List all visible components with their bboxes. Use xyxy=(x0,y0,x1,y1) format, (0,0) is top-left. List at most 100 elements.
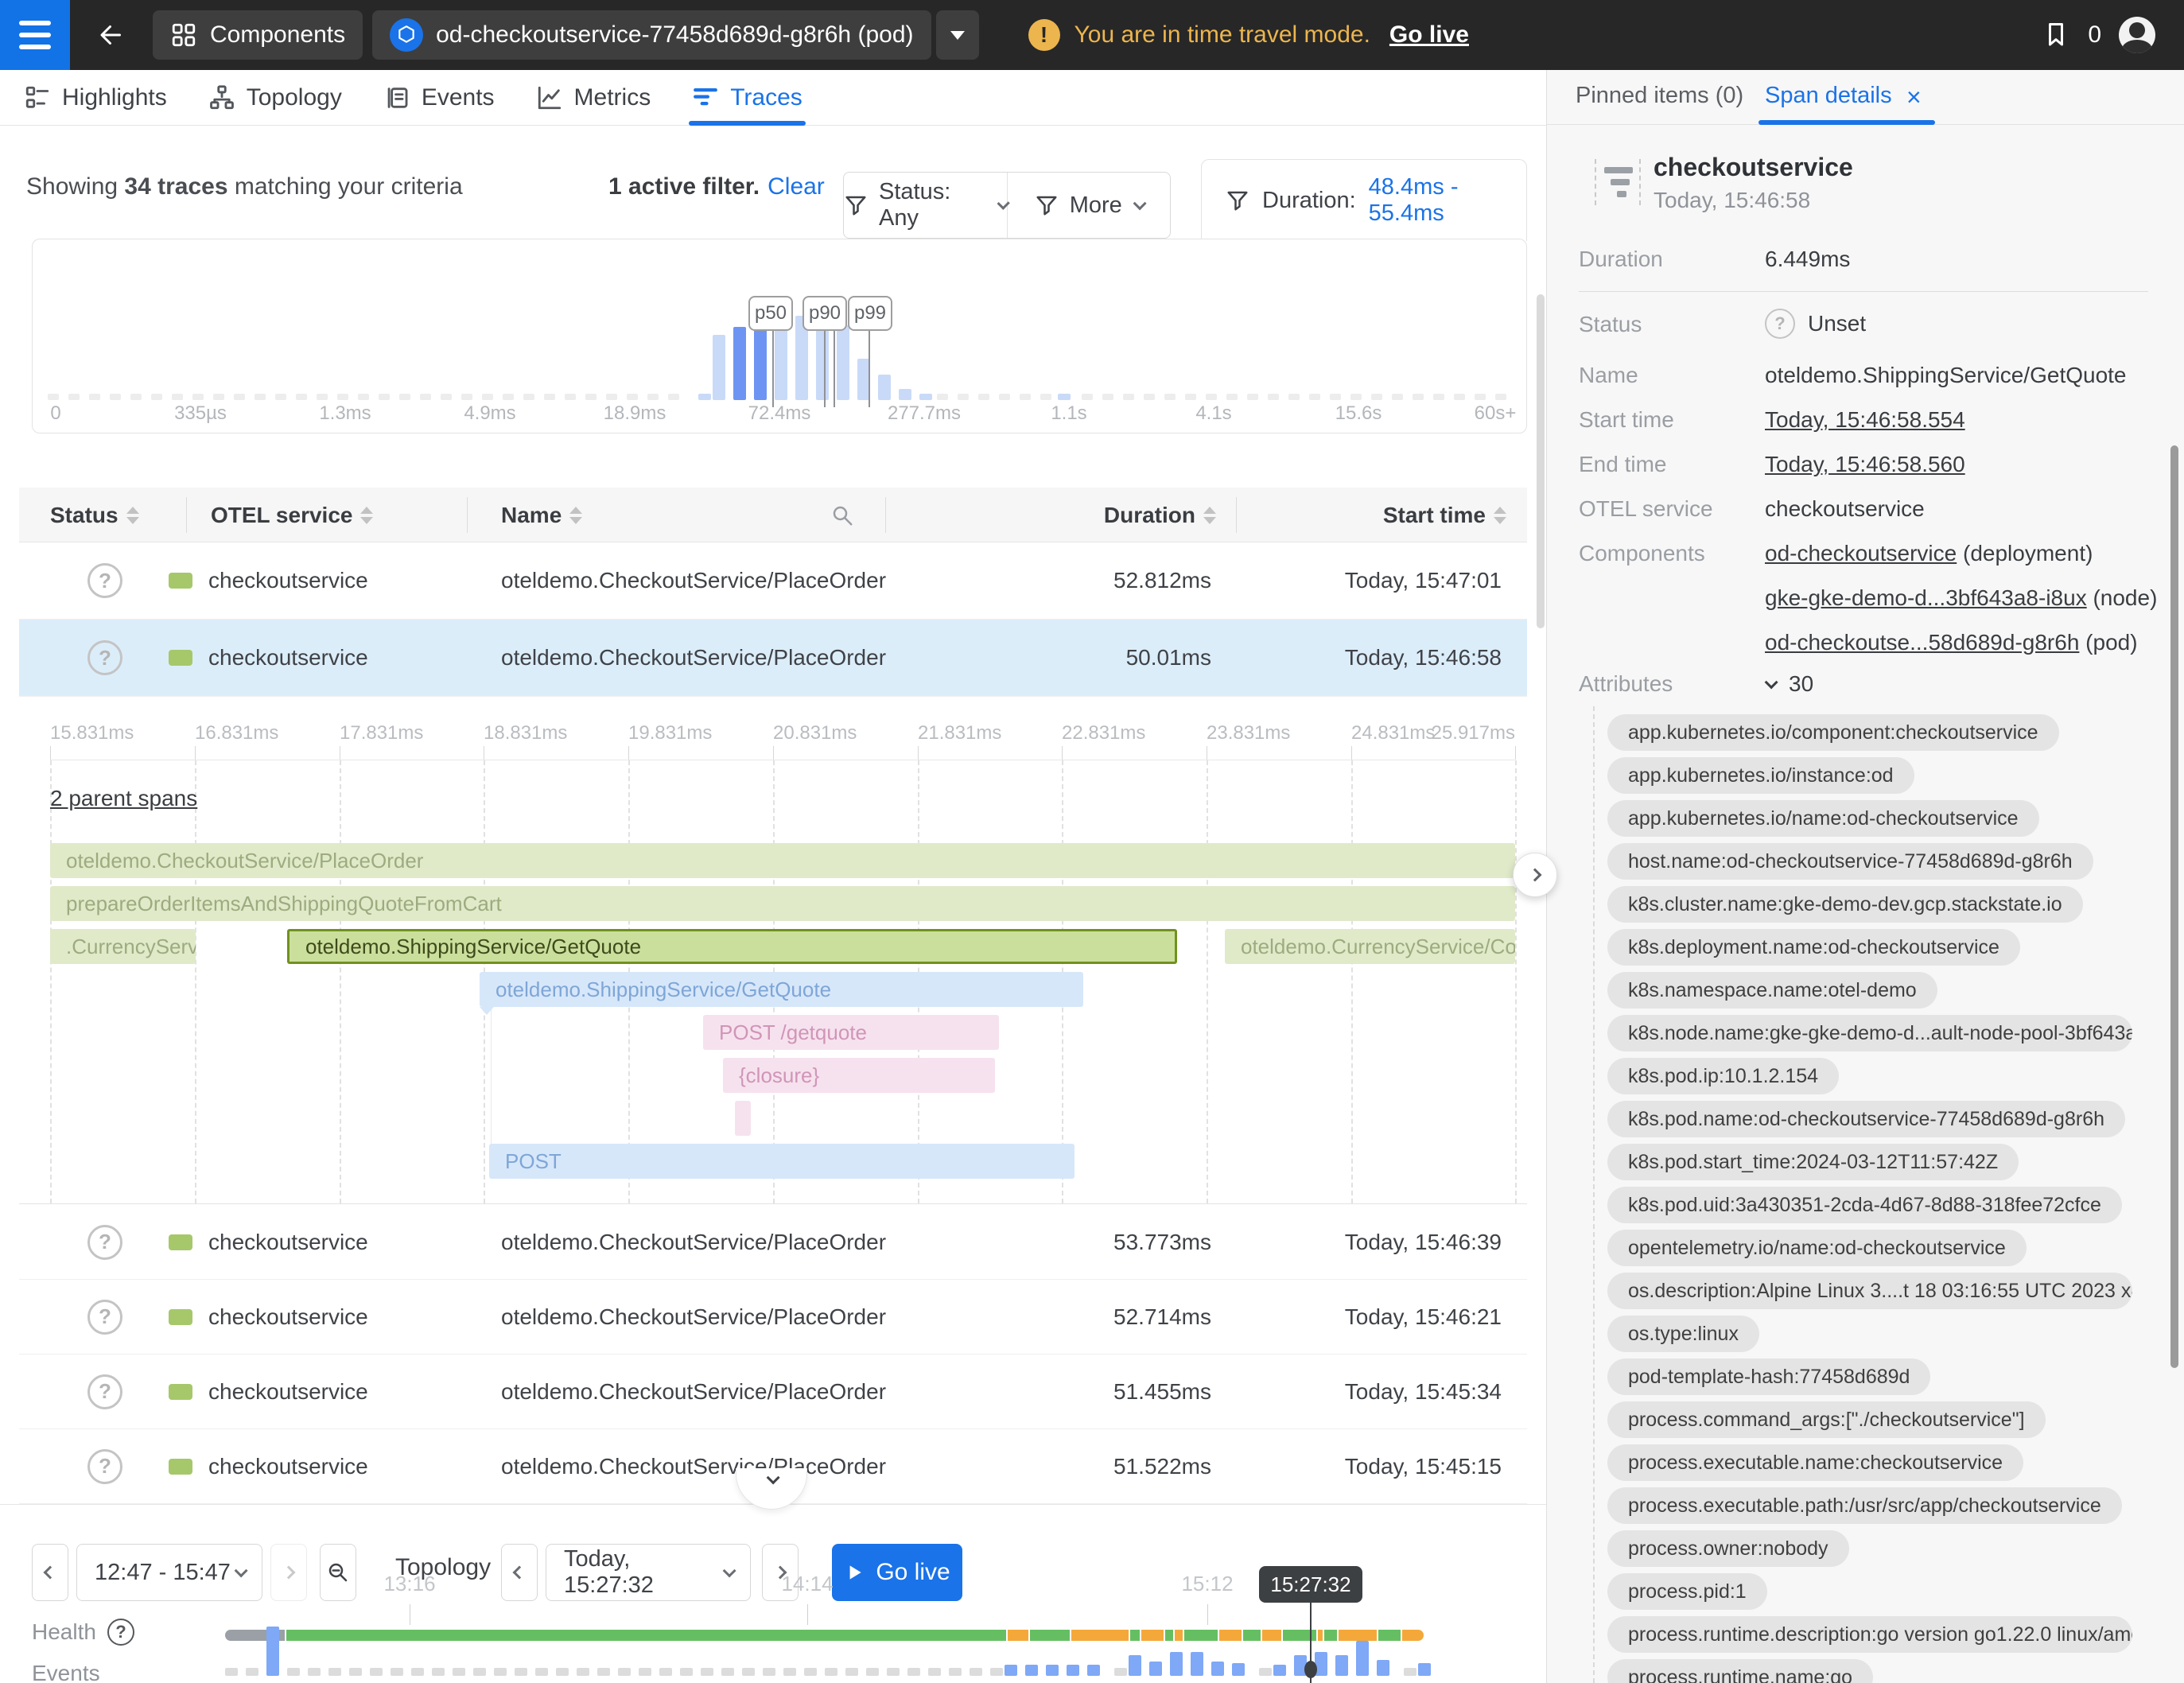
header-duration[interactable]: Duration xyxy=(1077,488,1216,542)
time-travel-marker-handle[interactable] xyxy=(1304,1661,1317,1678)
zoom-out-icon xyxy=(326,1561,350,1584)
range-next-button[interactable] xyxy=(270,1544,307,1601)
funnel-icon xyxy=(1226,189,1249,212)
tab-traces[interactable]: Traces xyxy=(692,70,802,126)
histogram-axis-label: 72.4ms xyxy=(748,402,811,425)
histogram-baseline-dash xyxy=(1454,394,1465,400)
event-empty-dash xyxy=(391,1668,403,1676)
event-empty-dash xyxy=(618,1668,631,1676)
header-name[interactable]: Name xyxy=(501,488,582,542)
hamburger-menu-icon[interactable] xyxy=(0,0,70,70)
component-link[interactable]: od-checkoutse...58d689d-g8r6h xyxy=(1765,630,2079,655)
event-bar xyxy=(1025,1665,1038,1676)
header-otel-service[interactable]: OTEL service xyxy=(211,488,373,542)
table-row[interactable]: ?checkoutserviceoteldemo.CheckoutService… xyxy=(19,1280,1527,1355)
panel-collapse-button[interactable] xyxy=(1513,853,1557,897)
components-breadcrumb[interactable]: Components xyxy=(153,10,363,60)
attributes-toggle[interactable]: 30 xyxy=(1765,671,1813,697)
app-root: Components od-checkoutservice-77458d689d… xyxy=(0,0,2184,1683)
event-empty-dash xyxy=(742,1668,755,1676)
health-segment-orange xyxy=(1175,1630,1183,1641)
tab-pinned-items[interactable]: Pinned items (0) xyxy=(1576,83,1743,109)
timeline-tick-mark xyxy=(807,1604,808,1625)
sort-icon[interactable] xyxy=(1494,507,1506,524)
entity-selector[interactable]: od-checkoutservice-77458d689d-g8r6h (pod… xyxy=(372,10,931,60)
parent-spans-link[interactable]: 2 parent spans xyxy=(50,786,197,811)
header-start-time[interactable]: Start time xyxy=(1363,488,1506,542)
histogram-baseline-dash xyxy=(978,394,989,400)
name-search-button[interactable] xyxy=(830,488,854,542)
span-bar[interactable]: oteldemo.ShippingService/GetQuote xyxy=(287,929,1177,964)
span-bar[interactable] xyxy=(735,1101,751,1136)
components-label: Components xyxy=(210,21,345,49)
span-bar[interactable]: oteldemo.CheckoutService/PlaceOrder xyxy=(50,843,1515,878)
ruler-tick-label: 20.831ms xyxy=(773,722,857,744)
sort-icon[interactable] xyxy=(126,507,139,524)
span-bar[interactable]: POST /getquote xyxy=(703,1015,999,1050)
time-previous-button[interactable] xyxy=(501,1544,538,1601)
status-filter-button[interactable]: Status: Any xyxy=(844,173,1007,238)
duration-filter[interactable]: Duration: 48.4ms - 55.4ms xyxy=(1201,159,1527,241)
histogram-baseline-dash xyxy=(1413,394,1424,400)
health-segment-green xyxy=(1184,1630,1218,1641)
health-segment-green xyxy=(1130,1630,1140,1641)
span-bar[interactable]: oteldemo.ShippingService/GetQuote xyxy=(480,972,1083,1007)
tab-topology[interactable]: Topology xyxy=(208,70,342,126)
close-icon[interactable]: × xyxy=(1906,83,1922,112)
tab-events[interactable]: Events xyxy=(383,70,495,126)
event-bar xyxy=(1129,1655,1141,1676)
table-row[interactable]: ?checkoutserviceoteldemo.CheckoutService… xyxy=(19,620,1527,697)
time-range-select[interactable]: 12:47 - 15:47 xyxy=(76,1544,262,1601)
go-live-link[interactable]: Go live xyxy=(1389,21,1469,49)
histogram-baseline-dash xyxy=(627,394,638,400)
component-link-row: od-checkoutservice (deployment) xyxy=(1765,541,2093,566)
sort-icon[interactable] xyxy=(1203,507,1216,524)
histogram-baseline-dash xyxy=(1185,394,1196,400)
clear-filters-link[interactable]: Clear xyxy=(768,173,825,200)
chevron-down-icon xyxy=(235,1564,248,1577)
span-start-time-link[interactable]: Today, 15:46:58.554 xyxy=(1765,407,1965,433)
zoom-out-button[interactable] xyxy=(320,1544,356,1601)
span-bar[interactable]: oteldemo.CurrencyService/Co xyxy=(1225,929,1515,964)
topology-time-select[interactable]: Today, 15:27:32 xyxy=(546,1544,751,1601)
component-link[interactable]: od-checkoutservice xyxy=(1765,541,1957,566)
histogram-baseline-dash xyxy=(399,394,410,400)
span-bar[interactable]: .CurrencyServ… xyxy=(50,929,196,964)
components-grid-icon xyxy=(170,21,197,49)
tab-metrics[interactable]: Metrics xyxy=(536,70,651,126)
tab-label: Events xyxy=(422,84,495,111)
span-bar[interactable]: POST xyxy=(489,1144,1075,1179)
event-empty-dash xyxy=(308,1668,321,1676)
sort-icon[interactable] xyxy=(569,507,582,524)
table-row[interactable]: ?checkoutserviceoteldemo.CheckoutService… xyxy=(19,1205,1527,1280)
panel-scrollbar[interactable] xyxy=(2170,445,2178,1368)
entity-dropdown-button[interactable] xyxy=(936,10,979,60)
table-row[interactable]: ?checkoutserviceoteldemo.CheckoutService… xyxy=(19,1355,1527,1429)
range-previous-button[interactable] xyxy=(32,1544,68,1601)
tab-highlights[interactable]: Highlights xyxy=(24,70,167,126)
span-bar[interactable]: {closure} xyxy=(723,1058,995,1093)
event-empty-dash xyxy=(432,1668,445,1676)
histogram-bar xyxy=(878,375,891,400)
duration-cell: 51.455ms xyxy=(973,1355,1211,1428)
span-end-time-link[interactable]: Today, 15:46:58.560 xyxy=(1765,452,1965,477)
chevron-down-icon xyxy=(1133,196,1146,210)
trace-list-scrollbar[interactable] xyxy=(1537,294,1545,628)
duration-cell: 52.812ms xyxy=(973,542,1211,619)
histogram-baseline-dash xyxy=(606,394,617,400)
user-avatar[interactable] xyxy=(2119,17,2155,53)
component-link[interactable]: gke-gke-demo-d...3bf643a8-i8ux xyxy=(1765,585,2087,610)
help-icon[interactable]: ? xyxy=(107,1619,134,1646)
header-status[interactable]: Status xyxy=(50,488,139,542)
table-row[interactable]: ?checkoutserviceoteldemo.CheckoutService… xyxy=(19,542,1527,620)
event-empty-dash xyxy=(411,1668,424,1676)
go-live-button[interactable]: Go live xyxy=(832,1544,962,1601)
back-button[interactable] xyxy=(70,21,153,49)
span-bar[interactable]: prepareOrderItemsAndShippingQuoteFromCar… xyxy=(50,886,1515,921)
pin-icon[interactable] xyxy=(2042,21,2070,49)
tab-span-details[interactable]: Span details xyxy=(1765,83,1892,109)
more-filters-button[interactable]: More xyxy=(1007,173,1171,238)
sort-icon[interactable] xyxy=(360,507,373,524)
percentile-label-p99: p99 xyxy=(848,296,892,331)
histogram-bar xyxy=(837,325,849,400)
